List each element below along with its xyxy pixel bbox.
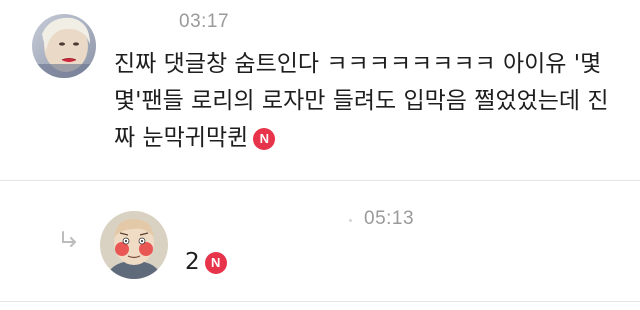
- comment-text-content: 진짜 댓글창 숨트인다 ㅋㅋㅋㅋㅋㅋㅋㅋ 아이유 '몇몇'팬들 로리의 로자만 …: [114, 51, 609, 151]
- avatar[interactable]: [32, 14, 96, 78]
- comment-thread: 03:17 진짜 댓글창 숨트인다 ㅋㅋㅋㅋㅋㅋㅋㅋ 아이유 '몇몇'팬들 로리…: [0, 0, 640, 310]
- divider: [0, 301, 640, 302]
- new-badge-icon: N: [204, 252, 227, 274]
- comment-timestamp: 03:17: [179, 11, 230, 32]
- reply-arrow-icon: [62, 231, 76, 247]
- reply-item: 05:13 2N: [0, 181, 640, 301]
- avatar[interactable]: [100, 211, 168, 279]
- reply-text-content: 2: [185, 249, 200, 275]
- reply-text: 2N: [185, 247, 227, 277]
- reply-timestamp: 05:13: [364, 208, 415, 229]
- new-badge-icon: N: [253, 128, 276, 150]
- separator-dot: [349, 219, 352, 222]
- comment-item: 03:17 진짜 댓글창 숨트인다 ㅋㅋㅋㅋㅋㅋㅋㅋ 아이유 '몇몇'팬들 로리…: [0, 0, 640, 180]
- comment-text: 진짜 댓글창 숨트인다 ㅋㅋㅋㅋㅋㅋㅋㅋ 아이유 '몇몇'팬들 로리의 로자만 …: [114, 46, 619, 157]
